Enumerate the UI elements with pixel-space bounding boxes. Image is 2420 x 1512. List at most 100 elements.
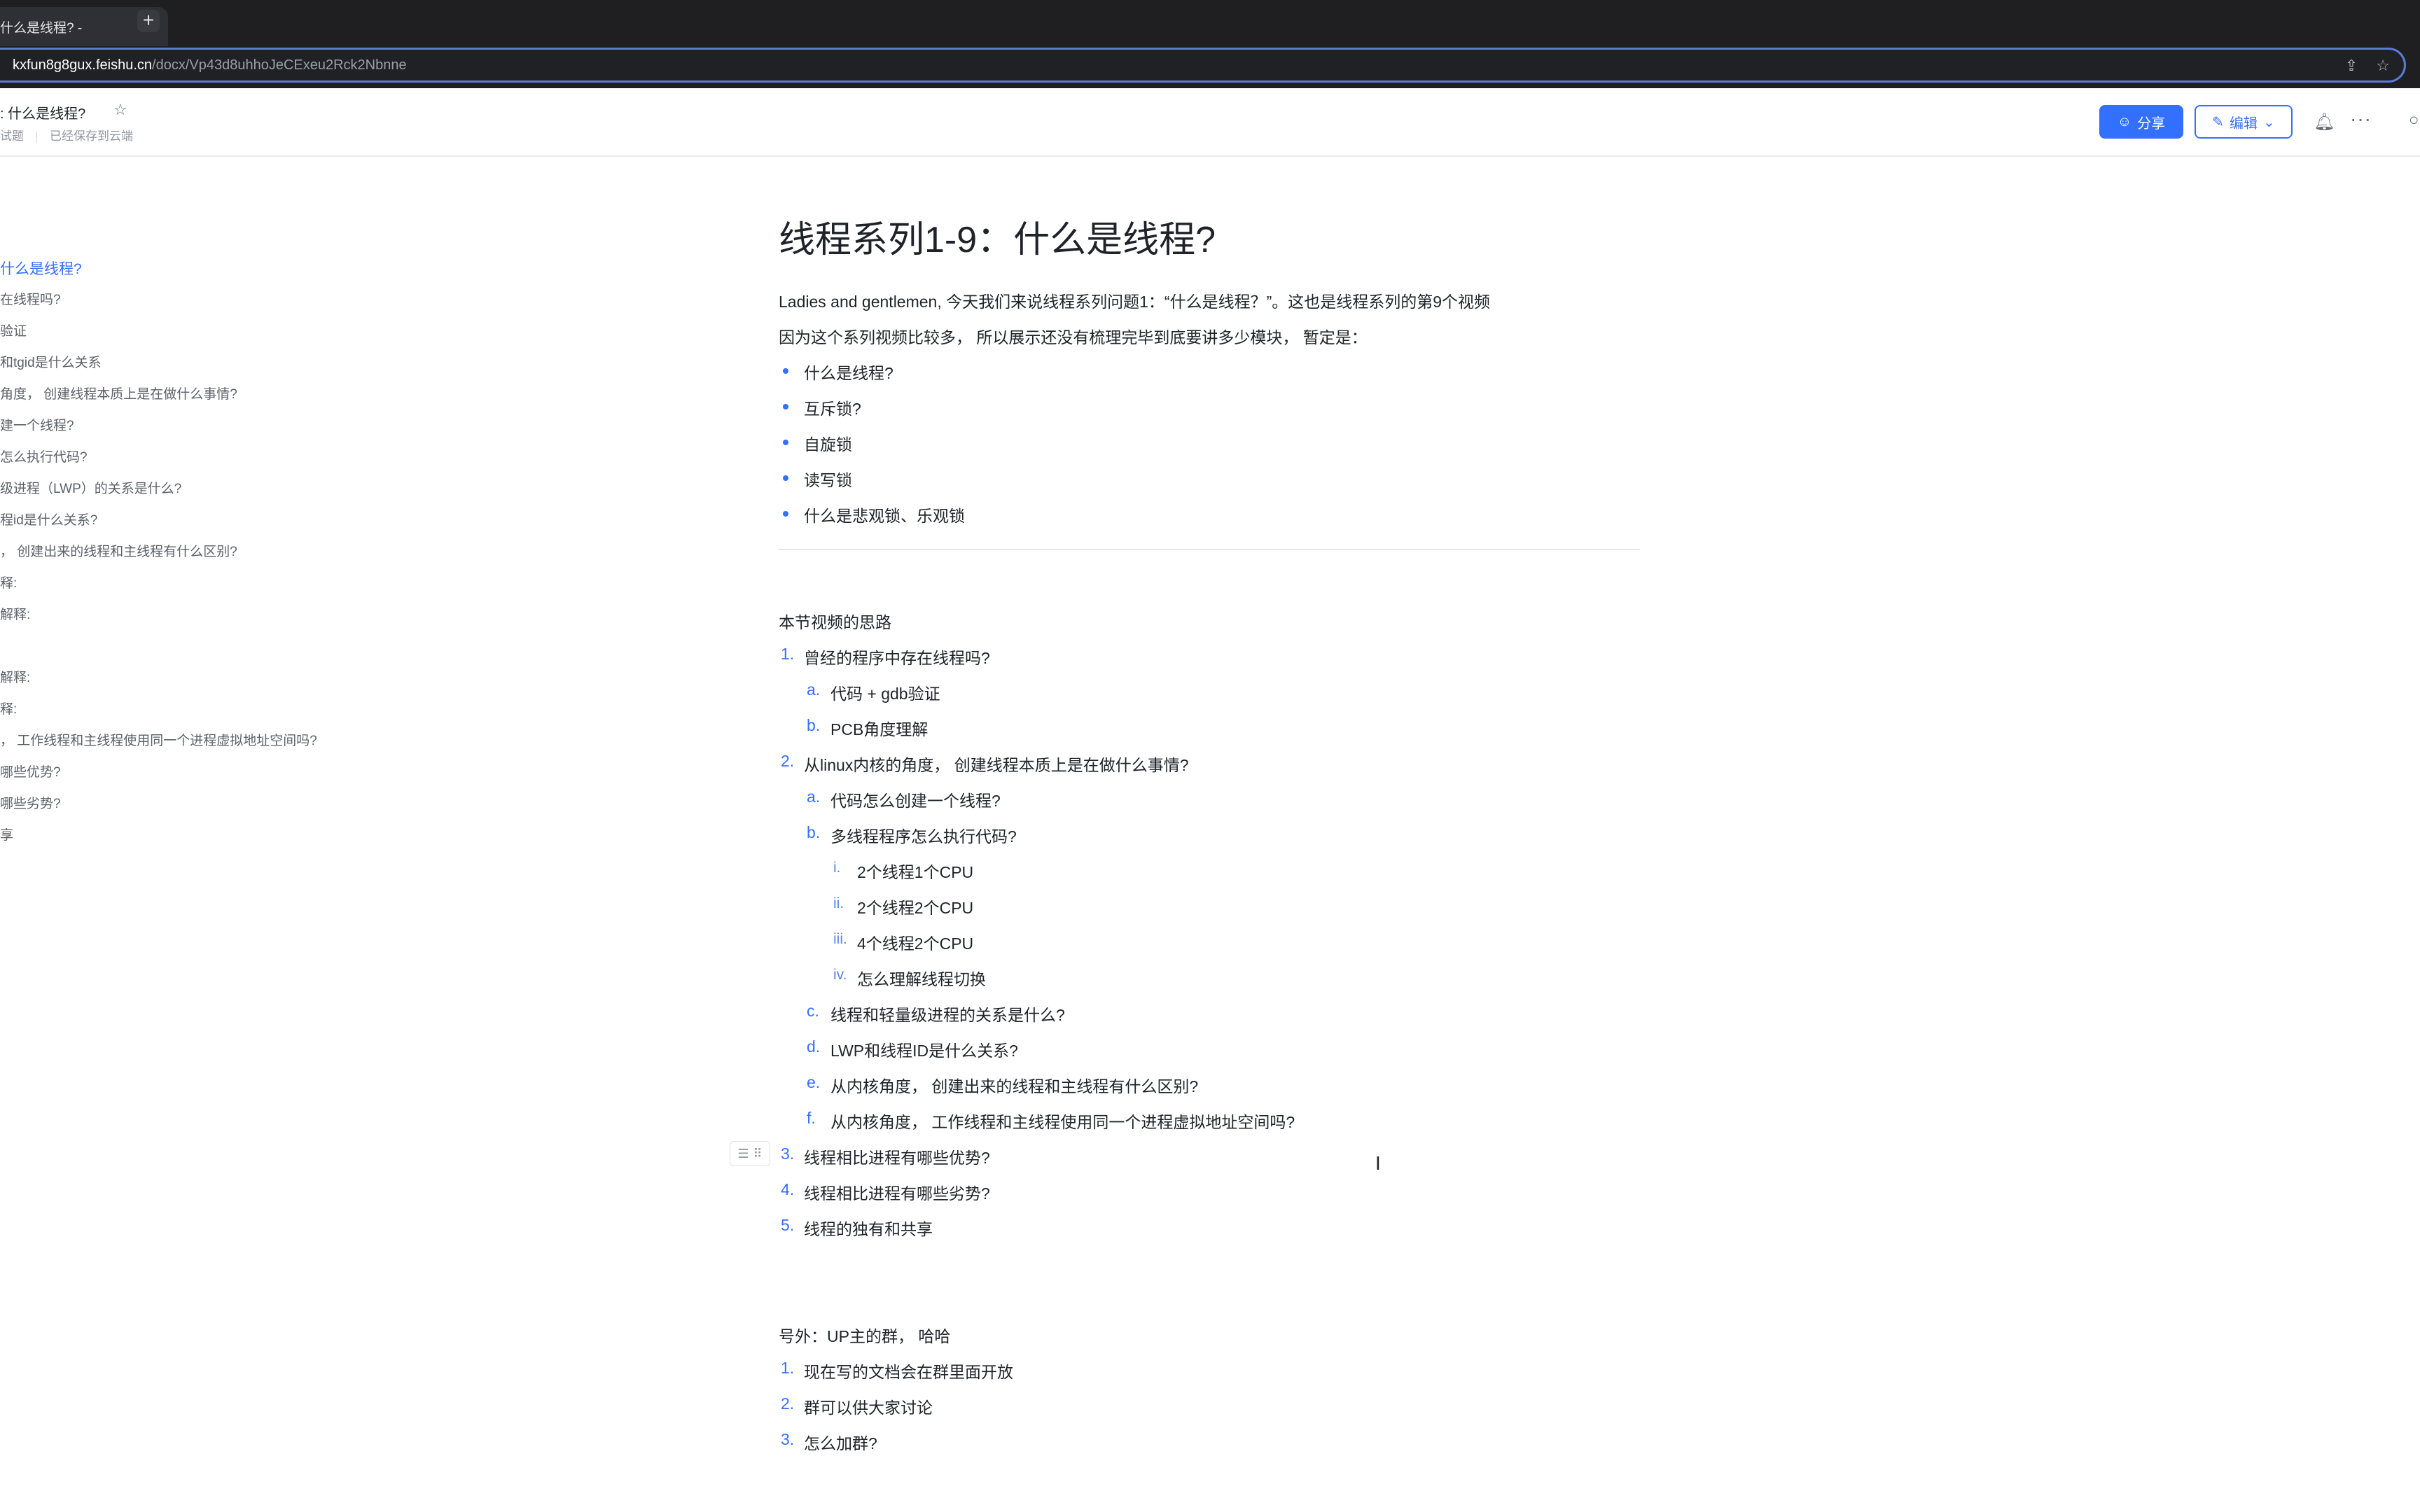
outline-item[interactable]: 程id是什么关系? xyxy=(0,510,97,528)
doc-folder[interactable]: 试题 xyxy=(0,130,24,143)
share-button[interactable]: ☺ 分享 xyxy=(2099,105,2183,139)
list-item[interactable]: 多线程程序怎么执行代码? xyxy=(830,823,1017,847)
list-item[interactable]: 曾经的程序中存在线程吗? xyxy=(804,645,990,668)
list-item[interactable]: 线程的独有和共享 xyxy=(804,1216,933,1240)
outline-item[interactable]: 解释: xyxy=(0,667,30,686)
list-item[interactable]: 怎么理解线程切换 xyxy=(857,966,986,990)
outline-item[interactable]: ， 工作线程和主线程使用同一个进程虚拟地址空间吗? xyxy=(0,730,317,749)
list-item[interactable]: 2个线程1个CPU xyxy=(857,859,973,883)
edit-label: 编辑 xyxy=(2230,115,2258,132)
list-marker: iv. xyxy=(833,967,847,983)
list-marker: 3. xyxy=(781,1144,795,1163)
user-add-icon: ☺ xyxy=(2117,113,2132,130)
list-marker: d. xyxy=(807,1037,821,1056)
outline-item[interactable]: 哪些优势? xyxy=(0,762,61,780)
list-marker: 1. xyxy=(781,1359,795,1377)
list-item[interactable]: 4个线程2个CPU xyxy=(857,930,973,954)
list-item[interactable]: PCB角度理解 xyxy=(830,716,928,740)
star-icon[interactable]: ☆ xyxy=(113,101,127,119)
text-cursor-icon: I xyxy=(1375,1152,1381,1174)
extra-title[interactable]: 号外：UP主的群， 哈哈 xyxy=(779,1323,950,1347)
outline-item[interactable]: 验证 xyxy=(0,321,27,340)
share-icon[interactable]: ⇪ xyxy=(2345,57,2358,75)
list-marker: i. xyxy=(833,860,841,876)
list-item[interactable]: 现在写的文档会在群里面开放 xyxy=(804,1359,1013,1382)
list-marker: ii. xyxy=(833,895,844,911)
save-status: 已经保存到云端 xyxy=(50,130,133,143)
list-item[interactable]: 自旋锁 xyxy=(804,431,852,455)
list-item[interactable]: 从内核角度， 工作线程和主线程使用同一个进程虚拟地址空间吗? xyxy=(830,1109,1295,1133)
list-marker: iii. xyxy=(833,931,847,947)
bookmark-star-icon[interactable]: ☆ xyxy=(2376,57,2390,75)
list-item[interactable]: 读写锁 xyxy=(804,467,852,491)
bullet-marker xyxy=(783,511,788,517)
intro-paragraph[interactable]: Ladies and gentlemen, 今天我们来说线程系列问题1：“什么是… xyxy=(779,288,1490,312)
list-marker: 2. xyxy=(781,1394,795,1413)
list-marker: 3. xyxy=(781,1430,795,1448)
outline-item[interactable]: 释: xyxy=(0,699,17,718)
list-marker: b. xyxy=(807,823,821,841)
doc-header: : 什么是线程? ☆ 试题 已经保存到云端 ☺ 分享 ✎ 编辑 ⌄ 🔔︎ ··· … xyxy=(0,88,2420,157)
address-bar-area: kxfun8g8gux.feishu.cn/docx/Vp43d8uhhoJeC… xyxy=(0,46,2420,88)
list-item[interactable]: LWP和线程ID是什么关系? xyxy=(830,1037,1018,1061)
bullet-marker xyxy=(783,440,788,445)
list-item[interactable]: 什么是线程? xyxy=(804,360,893,384)
pencil-icon: ✎ xyxy=(2212,114,2224,130)
outline-item[interactable]: 怎么执行代码? xyxy=(0,447,88,465)
list-item[interactable]: 线程相比进程有哪些优势? xyxy=(804,1144,990,1168)
doc-title-small[interactable]: : 什么是线程? xyxy=(0,102,85,122)
list-item[interactable]: 怎么加群? xyxy=(804,1430,877,1454)
bell-icon[interactable]: 🔔︎ xyxy=(2314,112,2335,132)
list-item[interactable]: 从内核角度， 创建出来的线程和主线程有什么区别? xyxy=(830,1073,1198,1097)
list-marker: a. xyxy=(807,788,821,806)
doc-status: 试题 已经保存到云端 xyxy=(0,126,133,144)
outline-item[interactable]: 什么是线程? xyxy=(0,258,82,279)
list-item[interactable]: 什么是悲观锁、乐观锁 xyxy=(804,503,965,526)
intro-paragraph[interactable]: 因为这个系列视频比较多， 所以展示还没有梳理完毕到底要讲多少模块， 暂定是： xyxy=(779,324,1368,348)
list-marker: 2. xyxy=(781,752,795,770)
list-item[interactable]: 线程和轻量级进程的关系是什么? xyxy=(830,1002,1065,1026)
divider xyxy=(779,549,1640,550)
list-marker: f. xyxy=(807,1109,816,1127)
outline-item[interactable]: 在线程吗? xyxy=(0,289,61,308)
block-drag-handle[interactable]: ☰ ⠿ xyxy=(730,1141,770,1166)
list-marker: a. xyxy=(807,680,821,699)
list-marker: c. xyxy=(807,1002,819,1020)
list-marker: 1. xyxy=(781,645,795,663)
url-path: /docx/Vp43d8uhhoJeCExeu2Rck2Nbnne xyxy=(152,57,407,73)
outline-item[interactable]: 角度， 创建线程本质上是在做什么事情? xyxy=(0,384,237,402)
list-item[interactable]: 线程相比进程有哪些劣势? xyxy=(804,1180,990,1204)
edit-button[interactable]: ✎ 编辑 ⌄ xyxy=(2195,105,2293,139)
tab-title: 什么是线程? - xyxy=(0,20,83,36)
new-tab-button[interactable]: + xyxy=(137,10,160,32)
list-marker: b. xyxy=(807,716,821,734)
search-icon[interactable]: ○ xyxy=(2409,111,2419,130)
list-item[interactable]: 群可以供大家讨论 xyxy=(804,1394,933,1418)
browser-tab-bar: 什么是线程? - × + xyxy=(0,0,2420,46)
list-item[interactable]: 2个线程2个CPU xyxy=(857,895,973,918)
bullet-marker xyxy=(783,368,788,374)
outline-item[interactable]: 和tgid是什么关系 xyxy=(0,352,102,371)
outline-item[interactable]: 享 xyxy=(0,825,13,844)
outline-item[interactable]: 级进程（LWP）的关系是什么? xyxy=(0,478,181,497)
address-bar[interactable]: kxfun8g8gux.feishu.cn/docx/Vp43d8uhhoJeC… xyxy=(0,48,2406,83)
share-label: 分享 xyxy=(2137,115,2166,132)
outline-item[interactable]: 哪些劣势? xyxy=(0,793,61,812)
doc-title[interactable]: 线程系列1-9：什么是线程? xyxy=(779,210,1216,262)
outline-item[interactable]: ， 创建出来的线程和主线程有什么区别? xyxy=(0,541,237,560)
url-host: kxfun8g8gux.feishu.cn xyxy=(13,57,153,73)
list-item[interactable]: 代码怎么创建一个线程? xyxy=(830,788,1001,811)
list-item[interactable]: 代码 + gdb验证 xyxy=(830,680,940,704)
more-icon[interactable]: ··· xyxy=(2350,108,2372,130)
list-item[interactable]: 从linux内核的角度， 创建线程本质上是在做什么事情? xyxy=(804,752,1188,776)
list-item[interactable]: 互斥锁? xyxy=(804,396,861,419)
drag-grip-icon: ⠿ xyxy=(753,1146,763,1161)
bullet-marker xyxy=(783,475,788,481)
outline-item[interactable]: 解释: xyxy=(0,604,30,623)
section-title[interactable]: 本节视频的思路 xyxy=(779,609,891,633)
list-marker: 5. xyxy=(781,1216,795,1234)
list-marker: 4. xyxy=(781,1180,795,1198)
bullet-marker xyxy=(783,404,788,410)
outline-item[interactable]: 建一个线程? xyxy=(0,415,74,434)
outline-item[interactable]: 释: xyxy=(0,573,17,592)
